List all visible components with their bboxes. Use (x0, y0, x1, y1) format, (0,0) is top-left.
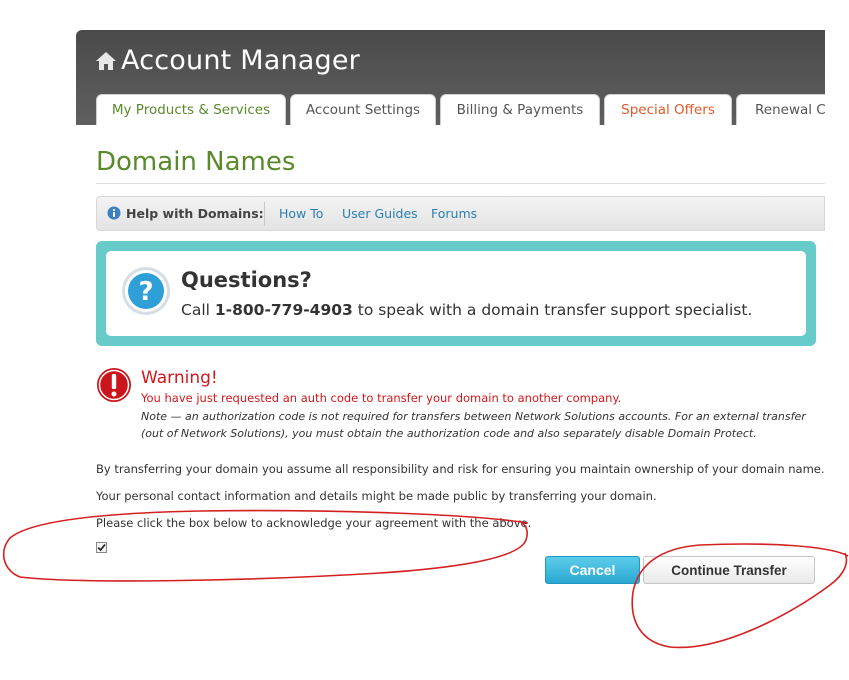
question-icon: ? (122, 267, 170, 315)
home-icon (96, 51, 116, 70)
page-title: Domain Names (96, 147, 296, 177)
logo[interactable]: Account Manager (95, 45, 360, 76)
warning-note: Note — an authorization code is not requ… (141, 410, 806, 440)
info-icon (107, 206, 121, 220)
tab-my-products[interactable]: My Products & Services (96, 94, 286, 125)
continue-transfer-button[interactable]: Continue Transfer (643, 556, 815, 584)
acknowledge-paragraph: Please click the box below to acknowledg… (96, 516, 532, 530)
help-link-forums[interactable]: Forums (431, 206, 477, 221)
support-phone-number[interactable]: 1-800-779-4903 (215, 301, 353, 319)
privacy-paragraph: Your personal contact information and de… (96, 489, 657, 503)
call-prefix: Call (181, 301, 215, 319)
questions-panel: ? Questions? Call 1-800-779-4903 to spea… (106, 251, 806, 336)
warning-title: Warning! (141, 368, 218, 388)
questions-box: ? Questions? Call 1-800-779-4903 to spea… (96, 241, 816, 346)
call-suffix: to speak with a domain transfer support … (352, 301, 753, 319)
main-tabs: My Products & Services Account Settings … (96, 94, 825, 125)
tab-special-offers[interactable]: Special Offers (604, 94, 732, 125)
tab-billing-payments[interactable]: Billing & Payments (440, 94, 600, 125)
questions-title: Questions? (181, 268, 312, 292)
svg-text:?: ? (138, 277, 153, 307)
help-link-user-guides[interactable]: User Guides (342, 206, 418, 221)
app-title: Account Manager (121, 45, 360, 76)
help-label: Help with Domains: (126, 206, 264, 221)
title-divider (96, 183, 825, 184)
checkmark-icon (97, 543, 106, 552)
tab-account-settings[interactable]: Account Settings (290, 94, 436, 125)
cancel-button[interactable]: Cancel (545, 556, 640, 584)
help-bar: Help with Domains: How To User Guides Fo… (96, 196, 825, 231)
risk-paragraph: By transferring your domain you assume a… (96, 462, 825, 476)
help-divider (264, 202, 265, 226)
help-link-how-to[interactable]: How To (279, 206, 323, 221)
questions-call-line: Call 1-800-779-4903 to speak with a doma… (181, 301, 752, 319)
tab-renewal-center[interactable]: Renewal Ce (736, 94, 825, 125)
agreement-checkbox[interactable] (96, 542, 107, 553)
warning-icon (97, 368, 131, 402)
warning-text: You have just requested an auth code to … (141, 391, 622, 405)
